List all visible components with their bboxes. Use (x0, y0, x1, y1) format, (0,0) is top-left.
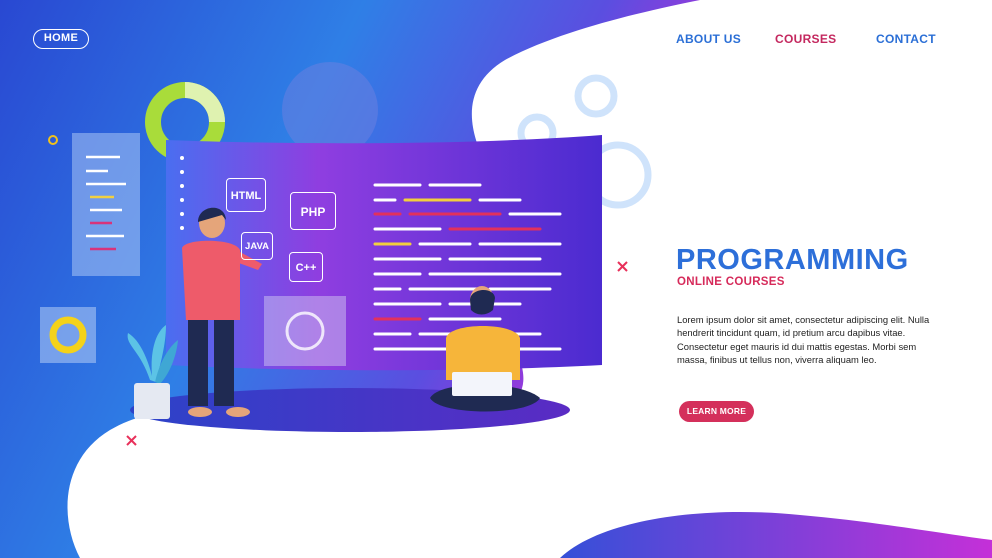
nav-about-link[interactable]: ABOUT US (676, 32, 741, 46)
background-illustration (0, 0, 992, 558)
corner-blob (560, 511, 992, 558)
nav-contact-link[interactable]: CONTACT (876, 32, 936, 46)
tag-html: HTML (226, 178, 266, 212)
nav-courses-link[interactable]: COURSES (775, 32, 836, 46)
plant-pot (134, 383, 170, 419)
tag-php: PHP (290, 192, 336, 230)
code-panel (72, 133, 140, 276)
hero-subtitle: ONLINE COURSES (677, 276, 785, 288)
glass-panel (264, 296, 346, 366)
nav-home-button[interactable]: HOME (33, 29, 89, 49)
learn-more-button[interactable]: LEARN MORE (679, 401, 754, 422)
hero-body-text: Lorem ipsum dolor sit amet, consectetur … (677, 314, 930, 366)
hero-title: PROGRAMMING (676, 244, 909, 276)
gear-panel (40, 307, 96, 363)
tag-cpp: C++ (289, 252, 323, 282)
tag-java: JAVA (241, 232, 273, 260)
laptop (452, 372, 512, 396)
